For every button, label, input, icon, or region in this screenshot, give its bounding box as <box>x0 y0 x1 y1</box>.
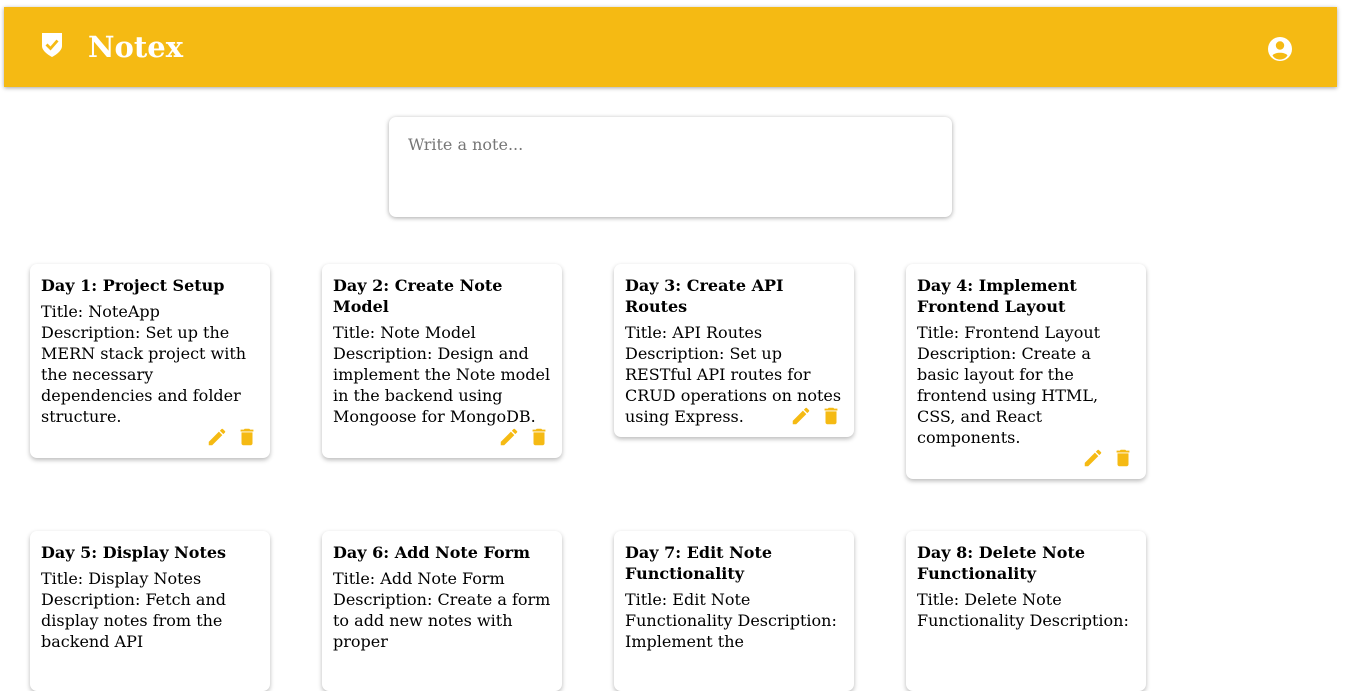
note-composer <box>389 117 952 217</box>
note-card: Day 5: Display Notes Title: Display Notes… <box>30 531 270 691</box>
pencil-icon[interactable] <box>790 405 812 427</box>
note-card: Day 3: Create API Routes Title: API Route… <box>614 264 854 437</box>
note-input[interactable] <box>389 117 952 217</box>
note-card: Day 1: Project Setup Title: NoteApp Descr… <box>30 264 270 458</box>
pencil-icon[interactable] <box>498 426 520 448</box>
note-card: Day 4: Implement Frontend Layout Title: F… <box>906 264 1146 479</box>
note-content: Title: NoteApp Description: Set up the M… <box>41 302 247 426</box>
note-actions <box>1082 447 1134 469</box>
note-title: Day 5: Display Notes <box>41 543 227 562</box>
trash-icon[interactable] <box>236 426 258 448</box>
trash-icon[interactable] <box>528 426 550 448</box>
note-actions <box>790 405 842 427</box>
check-shield-icon <box>40 32 64 58</box>
pencil-icon[interactable] <box>206 426 228 448</box>
note-card: Day 6: Add Note Form Title: Add Note Form… <box>322 531 562 691</box>
trash-icon[interactable] <box>1112 447 1134 469</box>
note-actions <box>206 426 258 448</box>
note-card: Day 8: Delete Note Functionality Title: D… <box>906 531 1146 691</box>
account-circle-icon[interactable] <box>1265 34 1295 64</box>
note-card: Day 2: Create Note Model Title: Note Mode… <box>322 264 562 458</box>
pencil-icon[interactable] <box>1082 447 1104 469</box>
note-content: Title: Delete Note Functionality Descrip… <box>917 590 1129 630</box>
note-content: Title: Add Note Form Description: Create… <box>333 569 551 651</box>
note-card: Day 7: Edit Note Functionality Title: Edi… <box>614 531 854 691</box>
note-content: Title: Edit Note Functionality Descripti… <box>625 590 837 651</box>
app-title: Notex <box>88 30 183 64</box>
note-title: Day 4: Implement Frontend Layout <box>917 276 1077 316</box>
note-content: Title: Note Model Description: Design an… <box>333 323 551 426</box>
note-title: Day 6: Add Note Form <box>333 543 531 562</box>
note-title: Day 7: Edit Note Functionality <box>625 543 773 583</box>
app-header: Notex <box>4 7 1337 87</box>
note-title: Day 8: Delete Note Functionality <box>917 543 1086 583</box>
note-actions <box>498 426 550 448</box>
note-title: Day 1: Project Setup <box>41 276 225 295</box>
trash-icon[interactable] <box>820 405 842 427</box>
note-content: Title: Display Notes Description: Fetch … <box>41 569 226 651</box>
note-title: Day 3: Create API Routes <box>625 276 784 316</box>
note-title: Day 2: Create Note Model <box>333 276 503 316</box>
note-content: Title: Frontend Layout Description: Crea… <box>917 323 1101 447</box>
